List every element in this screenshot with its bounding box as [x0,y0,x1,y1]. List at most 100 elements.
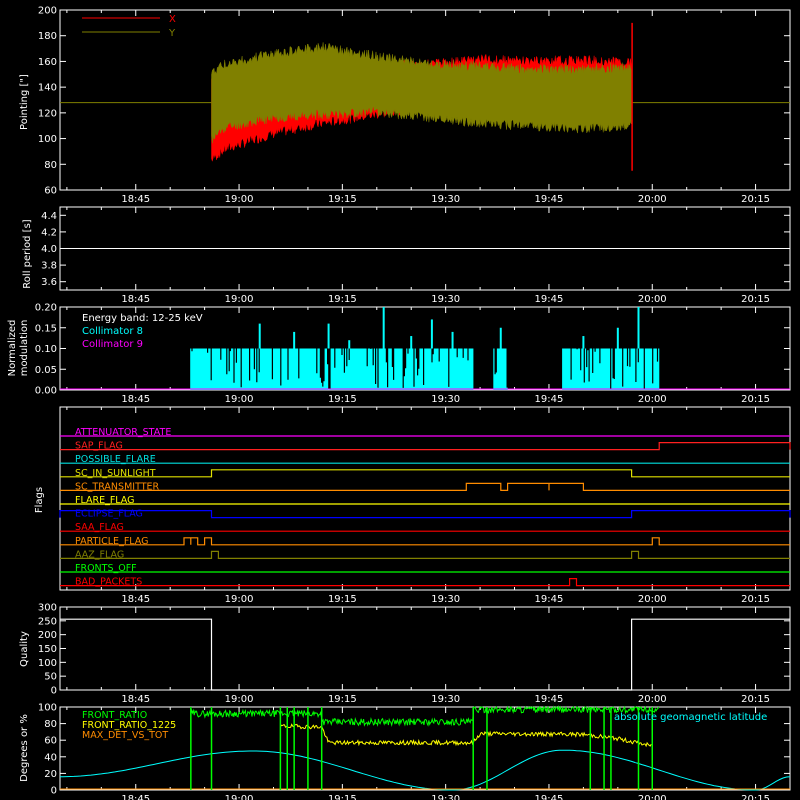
pointing-ytick-label: 100 [38,134,57,145]
pointing-ytick-label: 140 [38,83,57,94]
collimator8-block [190,348,474,390]
roll-ytick-label: 3.8 [41,261,57,272]
mod-xtick-label: 19:45 [535,394,564,405]
roll-ytick-label: 4.4 [41,211,57,222]
flag-line-sc-in-sunlight [60,469,790,478]
mod-ytick-label: 0.20 [35,303,57,314]
mod-xtick-label: 19:30 [431,394,460,405]
flag-line-eclipse-flag [59,510,791,519]
roll-xtick-label: 19:45 [535,294,564,305]
quality-xtick-label: 19:15 [328,694,357,705]
quality-ytick-label: 100 [38,658,57,669]
pointing-ytick-label: 160 [38,57,57,68]
pointing-ytick-label: 120 [38,108,57,119]
mod-xtick-label: 18:45 [121,394,150,405]
ratios-xtick-label: 20:00 [638,794,667,800]
flag-line-bad-packets [60,578,790,587]
roll-xtick-label: 18:45 [121,294,150,305]
quality-ytick-label: 50 [44,672,57,683]
roll-xtick-label: 19:15 [328,294,357,305]
flag-line-sap-flag [60,442,791,451]
flag-label-sc-transmitter: SC_TRANSMITTER [75,481,160,492]
flags-xtick-label: 20:15 [741,594,770,605]
modulation-y-label-line2: modulation [19,320,30,377]
quality-xtick-label: 19:30 [431,694,460,705]
roll-xtick-label: 20:00 [638,294,667,305]
pointing-xtick-label: 19:45 [535,194,564,205]
flag-label-saa-flag: SAA_FLAG [75,522,124,533]
collimator8-block [493,348,508,390]
pointing-legend-x-label: X [169,14,176,25]
front-ratio-line [190,705,660,728]
quality-line [60,618,790,691]
mod-ytick-label: 0.05 [35,365,57,376]
ratios-ytick-label: 100 [38,703,57,714]
pointing-xtick-label: 20:00 [638,194,667,205]
flag-label-flare-flag: FLARE_FLAG [75,495,135,506]
front-ratio-1225-line [279,723,652,748]
mod-ytick-label: 0.00 [35,386,57,397]
flag-label-eclipse-flag: ECLIPSE_FLAG [75,509,143,520]
ratios-xtick-label: 19:45 [535,794,564,800]
flag-label-sap-flag: SAP_FLAG [75,441,123,452]
roll-ytick-label: 4.0 [41,244,57,255]
ratios-legend-max-det-vs-tot: MAX_DET_VS_TOT [82,730,168,741]
mod-xtick-label: 20:15 [741,394,770,405]
flag-label-sc-in-sunlight: SC_IN_SUNLIGHT [75,468,156,479]
flags-xtick-label: 19:30 [431,594,460,605]
quality-ytick-label: 0 [51,686,57,697]
ratios-xtick-label: 20:15 [741,794,770,800]
geomag-latitude-line [60,749,791,791]
quality-y-label: Quality [19,631,30,667]
ratios-xtick-label: 19:30 [431,794,460,800]
mod-ytick-label: 0.10 [35,344,57,355]
pointing-ytick-label: 200 [38,6,57,17]
pointing-ytick-label: 60 [44,186,57,197]
flags-xtick-label: 19:45 [535,594,564,605]
pointing-ytick-label: 80 [44,160,57,171]
quality-ytick-label: 250 [38,616,57,627]
mod-xtick-label: 19:15 [328,394,357,405]
pointing-xtick-label: 19:30 [431,194,460,205]
flags-xtick-label: 18:45 [121,594,150,605]
ratios-ytick-label: 60 [44,736,57,747]
quality-ytick-label: 150 [38,644,57,655]
roll-xtick-label: 19:30 [431,294,460,305]
ratios-annotation: absolute geomagnetic latitude [614,712,767,723]
quality-xtick-label: 20:00 [638,694,667,705]
roll-ytick-label: 3.6 [41,277,57,288]
mod-xtick-label: 19:00 [225,394,254,405]
quality-ytick-label: 300 [38,603,57,614]
flags-xtick-label: 19:00 [225,594,254,605]
modulation-legend-collimator8: Collimator 8 [82,326,143,337]
ratios-y-label: Degrees or % [19,714,30,782]
modulation-legend-collimator9: Collimator 9 [82,339,143,350]
roll-axes: 18:45 19:00 19:15 19:30 19:45 20:00 20:15 3.6 3.… [41,206,791,305]
pointing-xtick-label: 19:15 [328,194,357,205]
pointing-xtick-label: 20:15 [741,194,770,205]
quality-xtick-label: 19:00 [225,694,254,705]
pointing-ytick-label: 180 [38,31,57,42]
data-browser-figure: 18:45 19:00 19:15 19:30 19:45 20:00 20:15 60 80 1… [7,6,791,800]
ratios-ytick-label: 0 [51,786,57,797]
ratios-xtick-label: 18:45 [121,794,150,800]
flag-label-fronts-off: FRONTS_OFF [75,563,137,574]
flag-line-aaz-flag [60,550,790,559]
mod-xtick-label: 20:00 [638,394,667,405]
pointing-legend-y-label: Y [168,28,176,39]
roll-xtick-label: 20:15 [741,294,770,305]
quality-ytick-label: 200 [38,630,57,641]
ratios-ytick-label: 40 [44,752,57,763]
ratios-xtick-label: 19:00 [225,794,254,800]
flag-label-possible-flare: POSSIBLE_FLARE [75,454,156,465]
pointing-y-label-text: Pointing ["] [19,74,30,130]
pointing-xtick-label: 19:00 [225,194,254,205]
pointing-xtick-label: 18:45 [121,194,150,205]
quality-xtick-label: 18:45 [121,694,150,705]
flag-line-particle-flag [60,537,790,546]
flag-label-particle-flag: PARTICLE_FLAG [75,536,148,547]
flags-y-label: Flags [34,487,45,513]
ratios-ytick-label: 80 [44,719,57,730]
flag-label-attenuator-state: ATTENUATOR_STATE [75,427,171,438]
mod-ytick-label: 0.15 [35,323,57,334]
